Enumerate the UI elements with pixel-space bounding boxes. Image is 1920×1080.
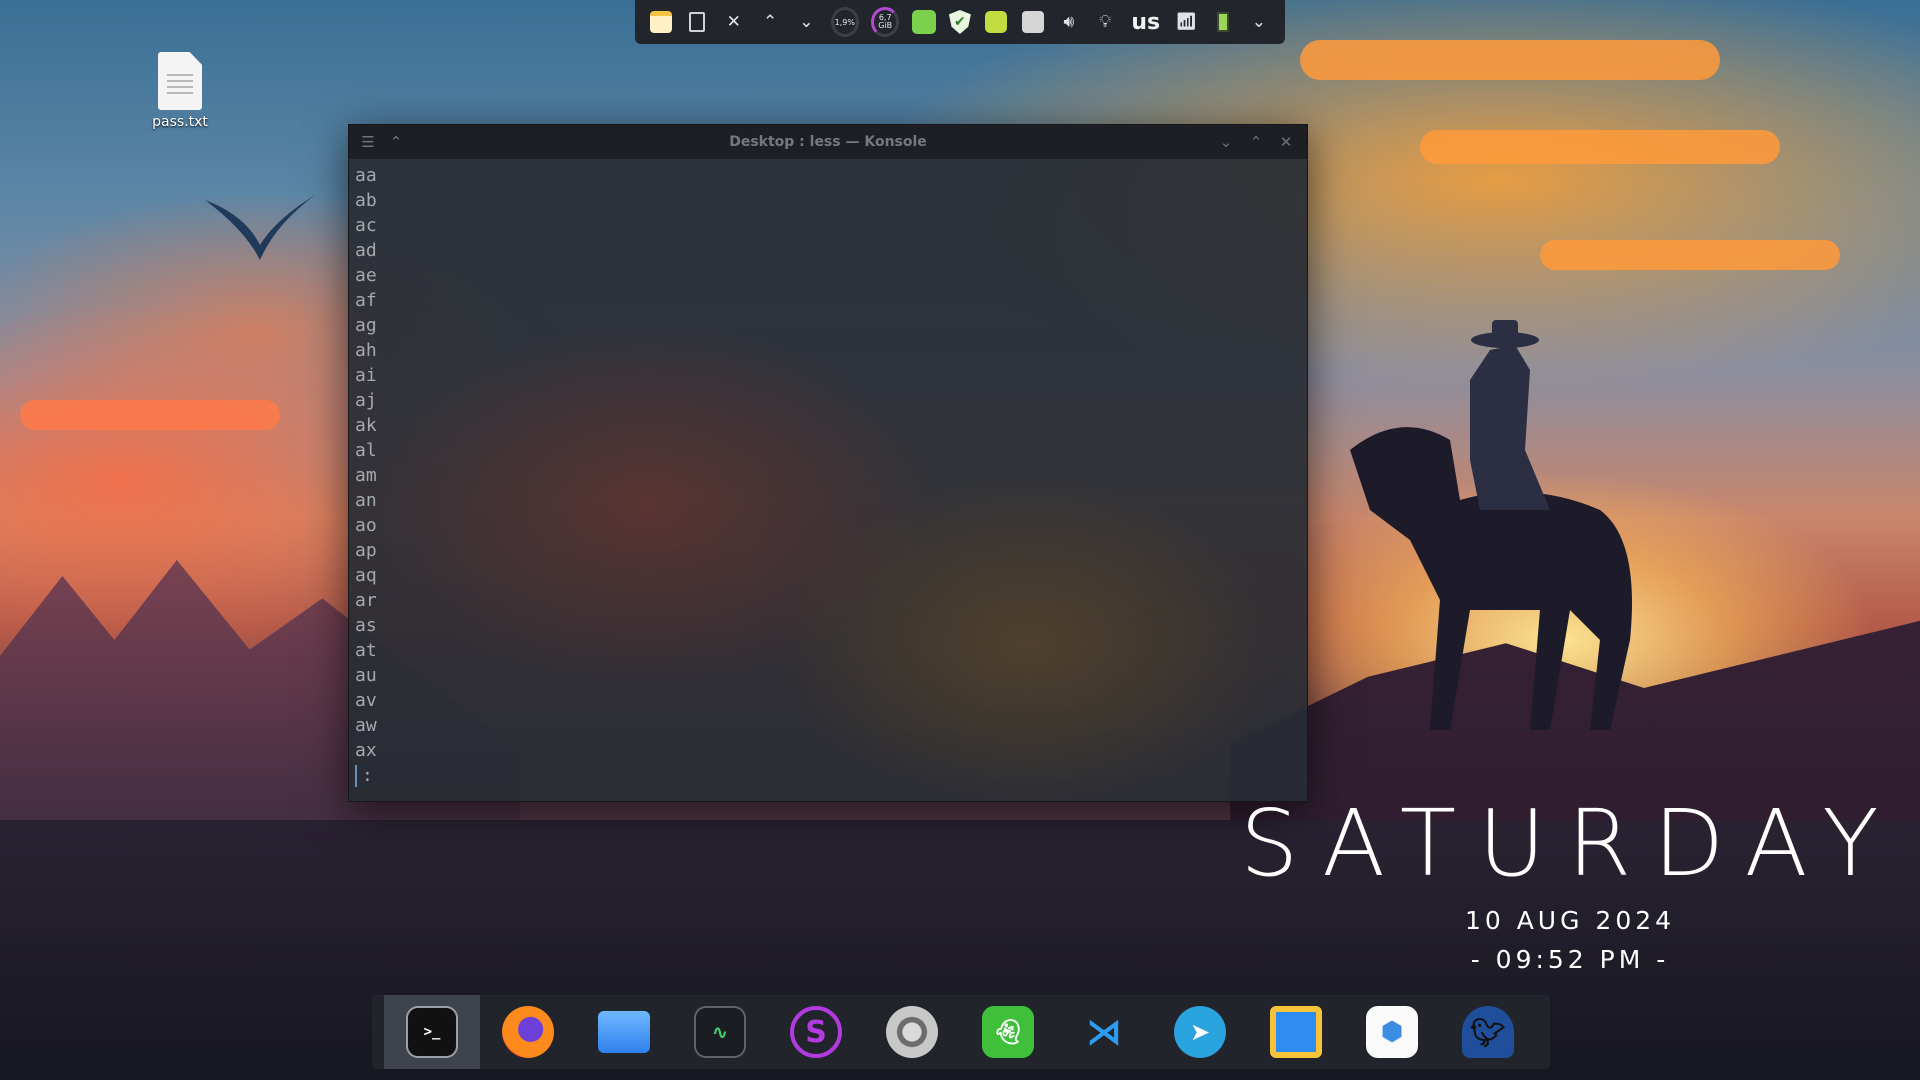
- dock-item-ghost-app[interactable]: 👻︎: [960, 995, 1056, 1069]
- tray-expand-icon[interactable]: ⌄: [1247, 9, 1271, 35]
- cpu-usage-widget[interactable]: 1,9%: [830, 7, 859, 37]
- terminal-line: ap: [355, 540, 377, 561]
- dock-item-crow-app[interactable]: 🐦︎: [1440, 995, 1536, 1069]
- terminal-line: ah: [355, 340, 377, 361]
- minimize-icon[interactable]: ⌄: [1215, 133, 1237, 151]
- terminal-line: ak: [355, 415, 377, 436]
- dock-item-terminal[interactable]: >_: [384, 995, 480, 1069]
- terminal-line: aw: [355, 715, 377, 736]
- settings-icon: [886, 1006, 938, 1058]
- maximize-icon[interactable]: ⌃: [1245, 133, 1267, 151]
- terminal-line: ag: [355, 315, 377, 336]
- terminal-output[interactable]: aa ab ac ad ae af ag ah ai aj ak al am a…: [349, 159, 1307, 792]
- terminal-line: ar: [355, 590, 377, 611]
- less-prompt: :: [362, 765, 373, 786]
- terminal-line: ao: [355, 515, 377, 536]
- document-icon[interactable]: [685, 9, 709, 35]
- lightbulb-icon[interactable]: 💡︎: [1093, 9, 1117, 35]
- system-monitor-icon: ∿: [694, 1006, 746, 1058]
- terminal-line: at: [355, 640, 377, 661]
- terminal-line: ax: [355, 740, 377, 761]
- lime-app-icon[interactable]: [984, 9, 1008, 35]
- terminal-line: aa: [355, 165, 377, 186]
- close-window-icon[interactable]: ✕: [1275, 133, 1297, 151]
- terminal-line: ai: [355, 365, 377, 386]
- wallpaper-bird: [205, 195, 315, 260]
- vscode-icon: ⋊: [1086, 1011, 1122, 1053]
- terminal-line: ab: [355, 190, 377, 211]
- crow-app-icon: 🐦︎: [1462, 1006, 1514, 1058]
- memory-usage-unit: GiB: [878, 21, 893, 30]
- less-prompt-line[interactable]: :: [355, 763, 1301, 788]
- dock-item-firefox[interactable]: [480, 995, 576, 1069]
- text-cursor: [355, 764, 357, 787]
- terminal-line: aj: [355, 390, 377, 411]
- dock-item-files[interactable]: [576, 995, 672, 1069]
- shield-icon[interactable]: ✔: [948, 9, 972, 35]
- dock-item-settings[interactable]: [864, 995, 960, 1069]
- dock-item-calendar[interactable]: [1248, 995, 1344, 1069]
- gray-app-icon[interactable]: [1020, 9, 1044, 35]
- clock-day-name: SATURDAY: [1240, 790, 1901, 897]
- terminal-line: ac: [355, 215, 377, 236]
- memory-usage-widget[interactable]: 6,7 GiB: [871, 7, 900, 37]
- wallpaper-cloud: [1300, 40, 1720, 80]
- window-titlebar[interactable]: ☰ ⌃ Desktop : less — Konsole ⌄ ⌃ ✕: [349, 125, 1307, 159]
- cpu-usage-value: 1,9%: [834, 17, 855, 27]
- dock-item-system-monitor[interactable]: ∿: [672, 995, 768, 1069]
- stacer-icon: S: [790, 1006, 842, 1058]
- clock-date: 10 AUG 2024: [1464, 906, 1676, 935]
- desktop-file-pass-txt[interactable]: pass.txt: [145, 52, 215, 130]
- dock-item-hex-app[interactable]: ⬢: [1344, 995, 1440, 1069]
- terminal-line: aq: [355, 565, 377, 586]
- green-app-icon[interactable]: [911, 9, 936, 35]
- top-panel: ✕ ⌃ ⌄ 1,9% 6,7 GiB ✔ 🔊︎ 💡︎ us 📶︎ ⌄: [635, 0, 1285, 44]
- konsole-window[interactable]: ☰ ⌃ Desktop : less — Konsole ⌄ ⌃ ✕ aa ab…: [348, 124, 1308, 802]
- dock-item-stacer[interactable]: S: [768, 995, 864, 1069]
- keyboard-layout-indicator[interactable]: us: [1129, 9, 1162, 35]
- terminal-icon: >_: [406, 1006, 458, 1058]
- chevron-down-icon[interactable]: ⌄: [794, 9, 818, 35]
- telegram-icon: ➤: [1174, 1006, 1226, 1058]
- desktop-file-label: pass.txt: [152, 114, 208, 130]
- terminal-line: af: [355, 290, 377, 311]
- terminal-line: ad: [355, 240, 377, 261]
- dock-item-telegram[interactable]: ➤: [1152, 995, 1248, 1069]
- wallpaper-cloud: [20, 400, 280, 430]
- window-title: Desktop : less — Konsole: [729, 134, 927, 150]
- chevron-up-icon[interactable]: ⌃: [758, 9, 782, 35]
- wallpaper-horse-rider: [1350, 320, 1632, 730]
- close-icon[interactable]: ✕: [722, 9, 746, 35]
- dock: >_ ∿ S 👻︎ ⋊ ➤ ⬢ 🐦︎: [372, 995, 1550, 1069]
- terminal-line: av: [355, 690, 377, 711]
- battery-icon[interactable]: [1210, 9, 1234, 35]
- keep-above-icon[interactable]: ⌃: [385, 133, 407, 151]
- dock-item-vscode[interactable]: ⋊: [1056, 995, 1152, 1069]
- menu-icon[interactable]: ☰: [357, 133, 379, 151]
- terminal-line: as: [355, 615, 377, 636]
- hex-app-icon: ⬢: [1366, 1006, 1418, 1058]
- wifi-icon[interactable]: 📶︎: [1174, 9, 1198, 35]
- clock-time: - 09:52 PM -: [1470, 945, 1670, 974]
- ghost-app-icon: 👻︎: [982, 1006, 1034, 1058]
- terminal-line: au: [355, 665, 377, 686]
- calendar-icon: [1270, 1006, 1322, 1058]
- wallpaper-cloud: [1420, 130, 1780, 164]
- wallpaper-cloud: [1540, 240, 1840, 270]
- terminal-line: al: [355, 440, 377, 461]
- terminal-line: am: [355, 465, 377, 486]
- firefox-icon: [502, 1006, 554, 1058]
- terminal-line: ae: [355, 265, 377, 286]
- volume-icon[interactable]: 🔊︎: [1057, 9, 1081, 35]
- text-file-icon: [158, 52, 202, 110]
- notes-icon[interactable]: [649, 9, 673, 35]
- files-icon: [598, 1011, 650, 1053]
- terminal-line: an: [355, 490, 377, 511]
